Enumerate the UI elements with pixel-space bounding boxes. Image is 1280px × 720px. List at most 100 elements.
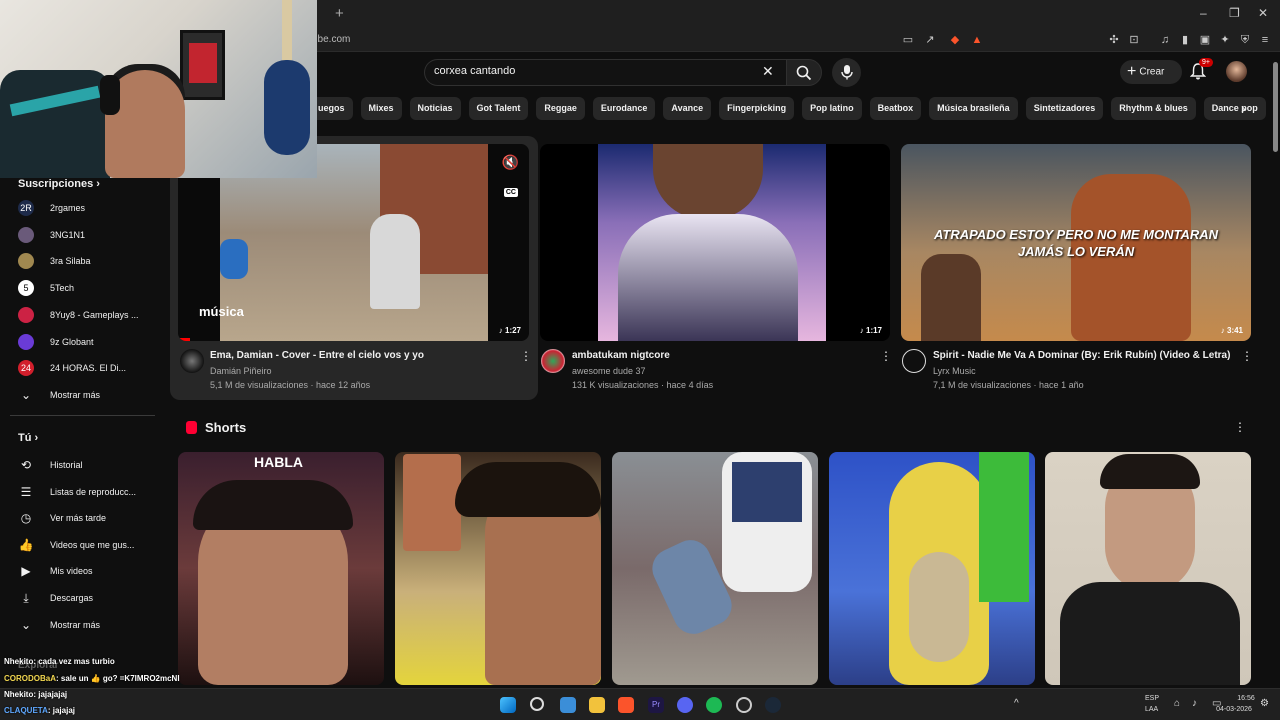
scrollbar[interactable] [1270,52,1280,688]
windows-start-icon[interactable] [500,697,516,713]
more-options-icon[interactable]: ⋮ [1241,349,1253,363]
cast-icon[interactable]: ▭ [901,33,915,47]
brave-browser-icon[interactable] [618,697,634,713]
leo-icon[interactable]: ✦ [1218,33,1232,47]
channel-name[interactable]: Lyrx Music [933,366,976,376]
clock-time[interactable]: 16:56 [1230,695,1262,702]
chevron-right-icon[interactable]: › [1241,100,1246,116]
filter-chip[interactable]: Beatbox [869,97,922,120]
menu-icon[interactable]: ≡ [1258,33,1272,47]
sidebar-toggle-icon[interactable]: ▮ [1178,33,1192,47]
clock-date[interactable]: 04-03-2026 [1206,706,1262,713]
you-item[interactable]: ☰ Listas de reproducc... [18,482,136,502]
subscription-item[interactable]: 3NG1N1 [18,225,85,245]
subscription-item[interactable]: 9z Globant [18,332,94,352]
spotify-icon[interactable] [706,697,722,713]
maximize-button[interactable]: ❐ [1229,6,1240,20]
show-more-you[interactable]: ⌄ Mostrar más [18,615,100,635]
filter-chip[interactable]: Sintetizadores [1025,97,1104,120]
obs-icon[interactable] [736,697,752,713]
minimize-button[interactable]: – [1200,6,1207,20]
share-icon[interactable]: ↗ [923,33,937,47]
channel-avatar[interactable] [180,349,204,373]
search-query[interactable]: corxea cantando [434,65,515,77]
screenshot-icon[interactable]: ⊡ [1127,33,1141,47]
you-item[interactable]: ⤓ Descargas [18,588,93,608]
blanket [732,462,802,522]
filter-chip[interactable]: Noticias [409,97,461,120]
filter-chip[interactable]: Mixes [360,97,402,120]
file-explorer-icon[interactable] [589,697,605,713]
network-icon[interactable]: ⌂ [1174,698,1180,709]
captions-icon[interactable]: CC [503,188,518,197]
filter-chip[interactable]: Got Talent [468,97,529,120]
filter-chip[interactable]: Reggae [536,97,585,120]
video-thumbnail[interactable]: ♪ 1:17 [540,144,890,341]
subscriptions-heading[interactable]: Suscripciones › [18,178,100,190]
progress-bar[interactable] [178,338,190,341]
language-indicator[interactable]: ESP [1145,695,1159,702]
discord-icon[interactable] [677,697,693,713]
extensions-icon[interactable]: ✣ [1107,33,1121,47]
short-thumbnail[interactable]: HABLA [178,452,384,685]
subscription-item[interactable]: 24 24 HORAS. El Di... [18,358,126,378]
media-icon[interactable]: ♫ [1158,33,1172,47]
premiere-pro-icon[interactable]: Pr [648,697,664,713]
account-avatar[interactable] [1226,61,1247,82]
keyboard-layout[interactable]: LAA [1145,706,1158,713]
filter-chip[interactable]: Dance pop [1203,97,1266,120]
vpn-icon[interactable]: ⛨ [1238,33,1252,47]
volume-icon[interactable]: ♪ [1192,698,1197,709]
you-item[interactable]: 👍 Videos que me gus... [18,535,135,555]
channel-avatar[interactable] [541,349,565,373]
widgets-icon[interactable] [560,697,576,713]
guitar [264,60,310,155]
shorts-more-icon[interactable]: ⋮ [1234,420,1246,434]
search-button[interactable] [786,59,822,86]
notifications-button[interactable]: 9+ [1189,58,1213,85]
chevron-up-icon[interactable]: ^ [1014,698,1019,709]
you-item[interactable]: ▶ Mis videos [18,561,92,581]
subscription-item[interactable]: 3ra Silaba [18,251,91,271]
you-item[interactable]: ◷ Ver más tarde [18,508,106,528]
channel-name[interactable]: Damián Piñeiro [210,366,272,376]
filter-chip[interactable]: Eurodance [592,97,656,120]
show-more-subscriptions[interactable]: ⌄ Mostrar más [18,385,100,405]
search-icon[interactable] [530,697,544,711]
steam-icon[interactable] [765,697,781,713]
scrollbar-thumb[interactable] [1273,62,1278,152]
voice-search-button[interactable] [832,58,861,87]
filter-chip[interactable]: Avance [663,97,712,120]
video-title[interactable]: Ema, Damian - Cover - Entre el cielo vos… [210,350,424,361]
video-thumbnail[interactable]: ATRAPADO ESTOY PERO NO ME MONTARAN JAMÁS… [901,144,1251,341]
you-item[interactable]: ⟲ Historial [18,455,83,475]
new-tab-button[interactable]: + [335,5,344,22]
short-thumbnail[interactable] [829,452,1035,685]
filter-chip[interactable]: Fingerpicking [719,97,795,120]
create-button[interactable]: + Crear [1120,60,1182,84]
video-title[interactable]: Spirit - Nadie Me Va A Dominar (By: Erik… [933,350,1230,361]
short-thumbnail[interactable] [612,452,818,685]
channel-name[interactable]: awesome dude 37 [572,366,646,376]
url-text[interactable]: ube.com [312,34,350,45]
brave-rewards-icon[interactable]: ▲ [970,33,984,47]
subscription-item[interactable]: 5 5Tech [18,278,74,298]
wallet-icon[interactable]: ▣ [1198,33,1212,47]
brave-shield-icon[interactable]: ◆ [948,33,962,47]
clear-search-icon[interactable]: ✕ [762,63,774,80]
filter-chip[interactable]: Rhythm & blues [1111,97,1196,120]
subscription-item[interactable]: 8Yuy8 - Gameplays ... [18,305,139,325]
short-thumbnail[interactable] [395,452,601,685]
more-options-icon[interactable]: ⋮ [520,349,532,363]
you-heading[interactable]: Tú › [18,432,38,444]
filter-chip[interactable]: Música brasileña [929,97,1018,120]
channel-avatar[interactable] [902,349,926,373]
mute-icon[interactable]: 🔇 [502,154,519,171]
filter-chip[interactable]: Pop latino [802,97,862,120]
notifications-center-icon[interactable]: ⚙ [1260,698,1269,709]
short-thumbnail[interactable] [1045,452,1251,685]
video-title[interactable]: ambatukam nigtcore [572,350,670,361]
subscription-item[interactable]: 2R 2rgames [18,198,85,218]
close-window-button[interactable]: ✕ [1258,6,1268,20]
more-options-icon[interactable]: ⋮ [880,349,892,363]
